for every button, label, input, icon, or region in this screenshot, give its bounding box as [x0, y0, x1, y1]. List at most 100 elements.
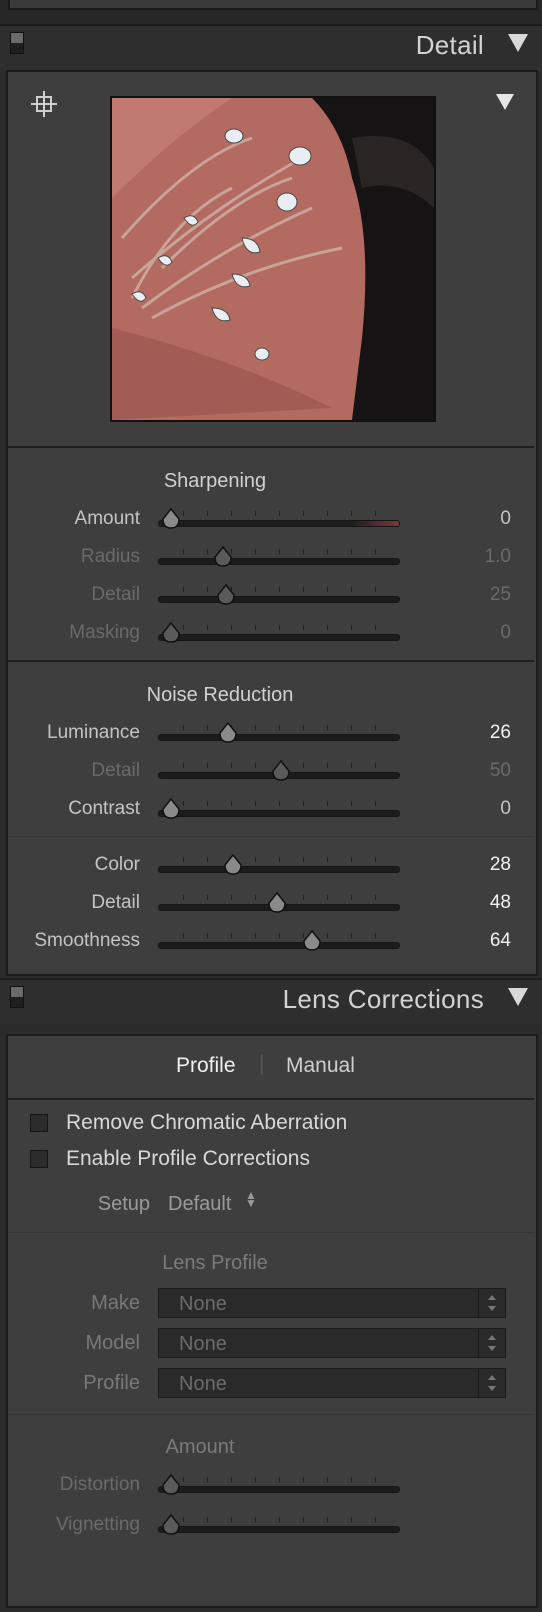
detail-panel-header[interactable]: Detail: [0, 24, 542, 72]
tab-profile[interactable]: Profile: [176, 1054, 236, 1078]
setup-dropdown[interactable]: Default ▲ ▼: [168, 1188, 257, 1216]
sharpening-detail-value[interactable]: 25: [451, 584, 511, 606]
slider-ticks: [159, 1477, 399, 1485]
tab-separator: |: [259, 1052, 265, 1075]
target-crosshair-icon[interactable]: [30, 90, 58, 118]
noise-color-3-value[interactable]: 28: [451, 854, 511, 876]
slider-ticks: [159, 933, 399, 941]
noise-luminance-0-value[interactable]: 26: [451, 722, 511, 744]
sharpening-masking-value[interactable]: 0: [451, 622, 511, 644]
noise-detail-4-slider-thumb[interactable]: [267, 892, 286, 913]
slider-ticks: [159, 511, 399, 519]
slider-ticks: [159, 725, 399, 733]
remove-chromatic-aberration-label[interactable]: Remove Chromatic Aberration: [66, 1111, 347, 1135]
noise-contrast-2-value[interactable]: 0: [451, 798, 511, 820]
distortion-slider-track[interactable]: [158, 1474, 400, 1495]
vignetting-label: Vignetting: [55, 1514, 140, 1535]
distortion-slider-thumb[interactable]: [161, 1474, 180, 1495]
noise-color-3-slider-thumb[interactable]: [223, 854, 242, 875]
slider-ticks: [159, 549, 399, 557]
sharpening-radius-slider-thumb[interactable]: [213, 546, 232, 567]
slider-ticks: [159, 1517, 399, 1525]
model-select-value: None: [179, 1333, 227, 1355]
sharpening-amount-value[interactable]: 0: [451, 508, 511, 530]
slider-ticks: [159, 625, 399, 633]
remove-chromatic-aberration-checkbox[interactable]: [30, 1114, 48, 1132]
noise-detail-4-value[interactable]: 48: [451, 892, 511, 914]
setup-dropdown-value: Default: [168, 1193, 232, 1215]
enable-profile-corrections-label[interactable]: Enable Profile Corrections: [66, 1147, 310, 1171]
noise-detail-4-label: Detail: [91, 892, 140, 913]
noise-contrast-2-slider-track[interactable]: [158, 798, 400, 819]
collapse-triangle-icon[interactable]: [508, 34, 528, 52]
noise-color-3-label: Color: [94, 854, 140, 875]
noise-detail-1-slider-track[interactable]: [158, 760, 400, 781]
noise-contrast-2-slider-thumb[interactable]: [161, 798, 180, 819]
profile-select-value: None: [179, 1373, 227, 1395]
setup-label: Setup: [97, 1193, 150, 1215]
lens-profile-section-title: Lens Profile: [162, 1252, 268, 1274]
vignetting-slider-thumb[interactable]: [161, 1514, 180, 1535]
lens-corrections-panel-header[interactable]: Lens Corrections: [0, 978, 542, 1024]
preview-menu-triangle-icon[interactable]: [496, 94, 514, 110]
panel-toggle-switch[interactable]: [10, 986, 24, 1008]
noise-detail-1-value[interactable]: 50: [451, 760, 511, 782]
up-down-arrows-icon: ▲ ▼: [244, 1188, 257, 1210]
noise-reduction-section-title: Noise Reduction: [146, 684, 294, 706]
sharpening-detail-slider-thumb[interactable]: [216, 584, 235, 605]
amount-section-title: Amount: [165, 1436, 235, 1458]
divider: [8, 446, 534, 448]
vignetting-slider-track[interactable]: [158, 1514, 400, 1535]
slider-ticks: [159, 587, 399, 595]
slider-ticks: [159, 857, 399, 865]
sharpening-radius-label: Radius: [80, 546, 140, 567]
sharpening-amount-label: Amount: [74, 508, 140, 529]
sharpening-amount-slider-thumb[interactable]: [161, 508, 180, 529]
up-down-arrows-icon: [478, 1369, 505, 1397]
noise-detail-1-slider-thumb[interactable]: [271, 760, 290, 781]
detail-preview-image[interactable]: [110, 96, 436, 422]
sharpening-masking-slider-thumb[interactable]: [161, 622, 180, 643]
noise-color-3-slider-track[interactable]: [158, 854, 400, 875]
noise-smoothness-5-value[interactable]: 64: [451, 930, 511, 952]
model-select[interactable]: None: [158, 1328, 506, 1358]
noise-smoothness-5-slider-thumb[interactable]: [302, 930, 321, 951]
noise-contrast-2-label: Contrast: [68, 798, 140, 819]
noise-smoothness-5-slider-track[interactable]: [158, 930, 400, 951]
divider: [8, 1232, 534, 1233]
divider: [8, 1414, 534, 1415]
slider-ticks: [159, 801, 399, 809]
collapse-triangle-icon[interactable]: [508, 988, 528, 1006]
model-label: Model: [85, 1332, 140, 1354]
noise-luminance-0-slider-track[interactable]: [158, 722, 400, 743]
sharpening-detail-slider-track[interactable]: [158, 584, 400, 605]
panel-title: Lens Corrections: [282, 984, 484, 1014]
noise-smoothness-5-label: Smoothness: [34, 930, 140, 951]
sharpening-detail-label: Detail: [91, 584, 140, 605]
sharpening-section-title: Sharpening: [163, 470, 267, 492]
enable-profile-corrections-checkbox[interactable]: [30, 1150, 48, 1168]
up-down-arrows-icon: [478, 1329, 505, 1357]
sharpening-masking-slider-track[interactable]: [158, 622, 400, 643]
divider: [8, 836, 534, 837]
noise-luminance-0-slider-thumb[interactable]: [218, 722, 237, 743]
panel-title: Detail: [415, 30, 484, 60]
noise-luminance-0-label: Luminance: [47, 722, 140, 743]
sharpening-amount-slider-track[interactable]: [158, 508, 400, 529]
profile-label: Profile: [83, 1372, 140, 1394]
divider: [8, 1098, 534, 1100]
divider: [8, 660, 534, 662]
previous-panel-edge: [0, 0, 542, 26]
make-label: Make: [91, 1292, 140, 1314]
tab-manual[interactable]: Manual: [286, 1054, 355, 1078]
make-select-value: None: [179, 1293, 227, 1315]
sharpening-masking-label: Masking: [69, 622, 140, 643]
up-down-arrows-icon: [478, 1289, 505, 1317]
sharpening-radius-value[interactable]: 1.0: [451, 546, 511, 568]
profile-select[interactable]: None: [158, 1368, 506, 1398]
noise-detail-4-slider-track[interactable]: [158, 892, 400, 913]
distortion-label: Distortion: [59, 1474, 140, 1495]
sharpening-radius-slider-track[interactable]: [158, 546, 400, 567]
panel-toggle-switch[interactable]: [10, 32, 24, 54]
make-select[interactable]: None: [158, 1288, 506, 1318]
